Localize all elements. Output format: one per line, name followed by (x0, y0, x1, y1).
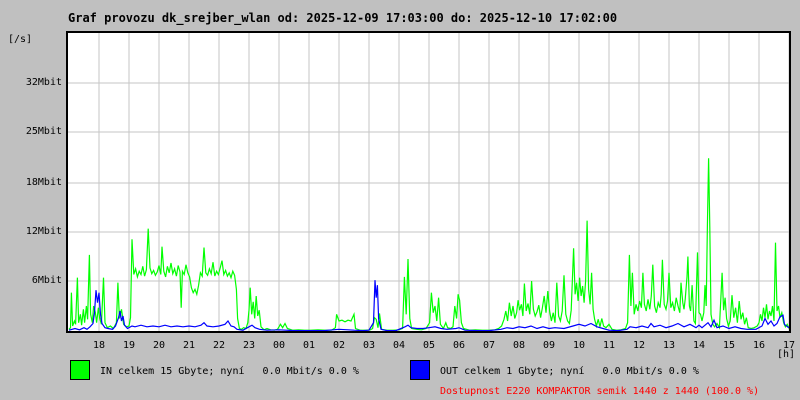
x-axis-tick-label: 14 (692, 340, 706, 351)
x-axis-tick-label: 18 (92, 340, 106, 351)
x-axis-tick-label: 05 (422, 340, 436, 351)
y-axis-tick-label: 32Mbit (25, 77, 62, 88)
in-legend-swatch (70, 360, 90, 380)
x-axis-tick-label: 23 (242, 340, 256, 351)
traffic-graph-page: Graf provozu dk_srejber_wlan od: 2025-12… (0, 0, 800, 400)
x-axis-tick-label: 11 (602, 340, 616, 351)
in-legend-label: IN celkem 15 Gbyte; nyní 0.0 Mbit/s 0.0 … (100, 366, 359, 377)
availability-status-text: Dostupnost E220 KOMPAKTOR semik 1440 z 1… (440, 386, 760, 397)
x-axis-tick-label: 08 (512, 340, 526, 351)
x-axis-tick-label: 20 (152, 340, 166, 351)
x-axis-tick-label: 13 (662, 340, 676, 351)
y-axis-unit-label: [/s] (8, 34, 33, 45)
x-axis-tick-label: 09 (542, 340, 556, 351)
x-axis-tick-label: 22 (212, 340, 226, 351)
out-legend-label: OUT celkem 1 Gbyte; nyní 0.0 Mbit/s 0.0 … (440, 366, 699, 377)
x-axis-tick-label: 15 (722, 340, 736, 351)
x-axis-tick-label: 03 (362, 340, 376, 351)
out-legend-swatch (410, 360, 430, 380)
x-axis-tick-label: 01 (302, 340, 316, 351)
y-axis-tick-label: 18Mbit (25, 177, 62, 188)
x-axis-tick-label: 00 (272, 340, 286, 351)
x-axis-tick-label: 04 (392, 340, 406, 351)
traffic-plot (66, 31, 791, 333)
y-axis-tick-label: 25Mbit (25, 126, 62, 137)
x-axis-tick-label: 02 (332, 340, 346, 351)
x-axis-tick-label: 16 (752, 340, 766, 351)
x-axis-tick-label: 10 (572, 340, 586, 351)
graph-title: Graf provozu dk_srejber_wlan od: 2025-12… (68, 11, 618, 25)
x-axis-tick-label: 07 (482, 340, 496, 351)
x-axis-tick-label: 06 (452, 340, 466, 351)
x-axis-tick-label: 21 (182, 340, 196, 351)
x-axis-tick-label: 19 (122, 340, 136, 351)
y-axis-tick-label: 6Mbit (31, 275, 62, 286)
y-axis-tick-label: 12Mbit (25, 226, 62, 237)
x-axis-tick-label: 12 (632, 340, 646, 351)
x-axis-unit-label: [h] (777, 349, 796, 360)
